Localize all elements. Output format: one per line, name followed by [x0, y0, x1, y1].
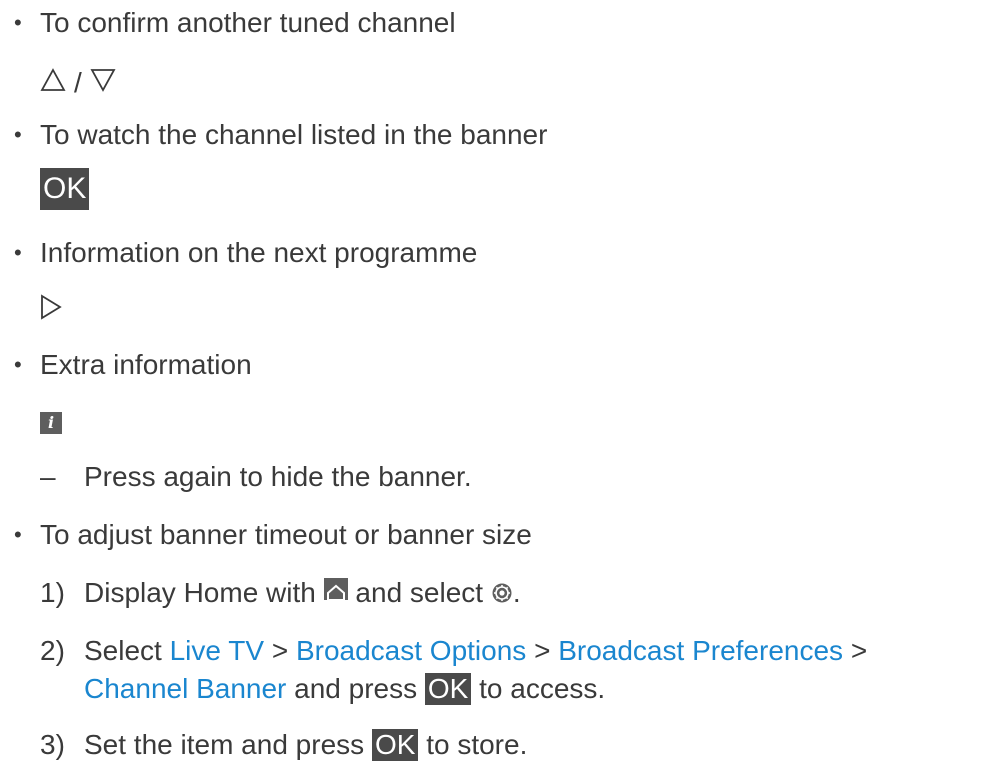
link-live-tv[interactable]: Live TV: [170, 635, 264, 666]
step-text: Set the item and press: [84, 729, 365, 760]
item-text: To watch the channel listed in the banne…: [40, 119, 548, 150]
menu-separator: >: [271, 635, 289, 666]
step-text: Select: [84, 635, 162, 666]
key-row-up-down: /: [40, 64, 116, 100]
key-separator: /: [74, 66, 82, 98]
link-broadcast-preferences[interactable]: Broadcast Preferences: [558, 635, 843, 666]
menu-separator: >: [850, 635, 868, 666]
item-text: Extra information: [40, 349, 252, 380]
item-text: To adjust banner timeout or banner size: [40, 519, 532, 550]
step-item: 3) Set the item and press OK to store.: [40, 728, 527, 762]
step-item: 2) Select Live TV > Broadcast Options > B…: [40, 634, 867, 668]
info-icon: i: [40, 411, 62, 434]
bullet: •: [14, 522, 22, 547]
ok-key: OK: [371, 729, 419, 761]
bullet: •: [14, 352, 22, 377]
menu-separator: >: [534, 635, 551, 666]
list-item: • Information on the next programme: [14, 236, 477, 270]
step-number: 2): [40, 635, 65, 666]
list-item: • To adjust banner timeout or banner size: [14, 518, 532, 552]
step-text: .: [512, 577, 521, 608]
bullet: •: [14, 10, 22, 35]
step-text: and press: [294, 673, 418, 704]
list-item: • To watch the channel listed in the bann…: [14, 118, 547, 152]
note-text: Press again to hide the banner.: [84, 461, 472, 492]
step-text: Display Home with: [84, 577, 316, 608]
link-channel-banner[interactable]: Channel Banner: [84, 673, 286, 704]
step-text: to store.: [426, 729, 528, 760]
gear-icon: [491, 578, 513, 603]
step-number: 1): [40, 577, 65, 608]
home-icon: [323, 578, 348, 601]
item-text: Information on the next programme: [40, 237, 478, 268]
step-text: to access.: [479, 673, 606, 704]
key-row-info: i: [40, 404, 62, 438]
list-item: • Extra information: [14, 348, 252, 382]
up-triangle-icon: [40, 66, 66, 100]
bullet: •: [14, 240, 22, 265]
right-triangle-icon: [40, 294, 62, 328]
step-number: 3): [40, 729, 65, 760]
down-triangle-icon: [90, 66, 116, 100]
ok-key: OK: [424, 673, 472, 705]
step-text: and select: [355, 577, 484, 608]
step-item-continued: Channel Banner and press OK to access.: [84, 672, 605, 706]
link-broadcast-options[interactable]: Broadcast Options: [296, 635, 526, 666]
key-row-ok: OK: [40, 168, 90, 210]
item-text: To confirm another tuned channel: [40, 7, 456, 38]
list-item: • To confirm another tuned channel: [14, 6, 456, 40]
note-item: – Press again to hide the banner.: [40, 460, 472, 494]
key-row-right: [40, 292, 62, 328]
bullet: •: [14, 122, 22, 147]
dash: –: [40, 461, 56, 492]
step-item: 1) Display Home with and select .: [40, 576, 521, 610]
ok-key: OK: [40, 168, 90, 210]
